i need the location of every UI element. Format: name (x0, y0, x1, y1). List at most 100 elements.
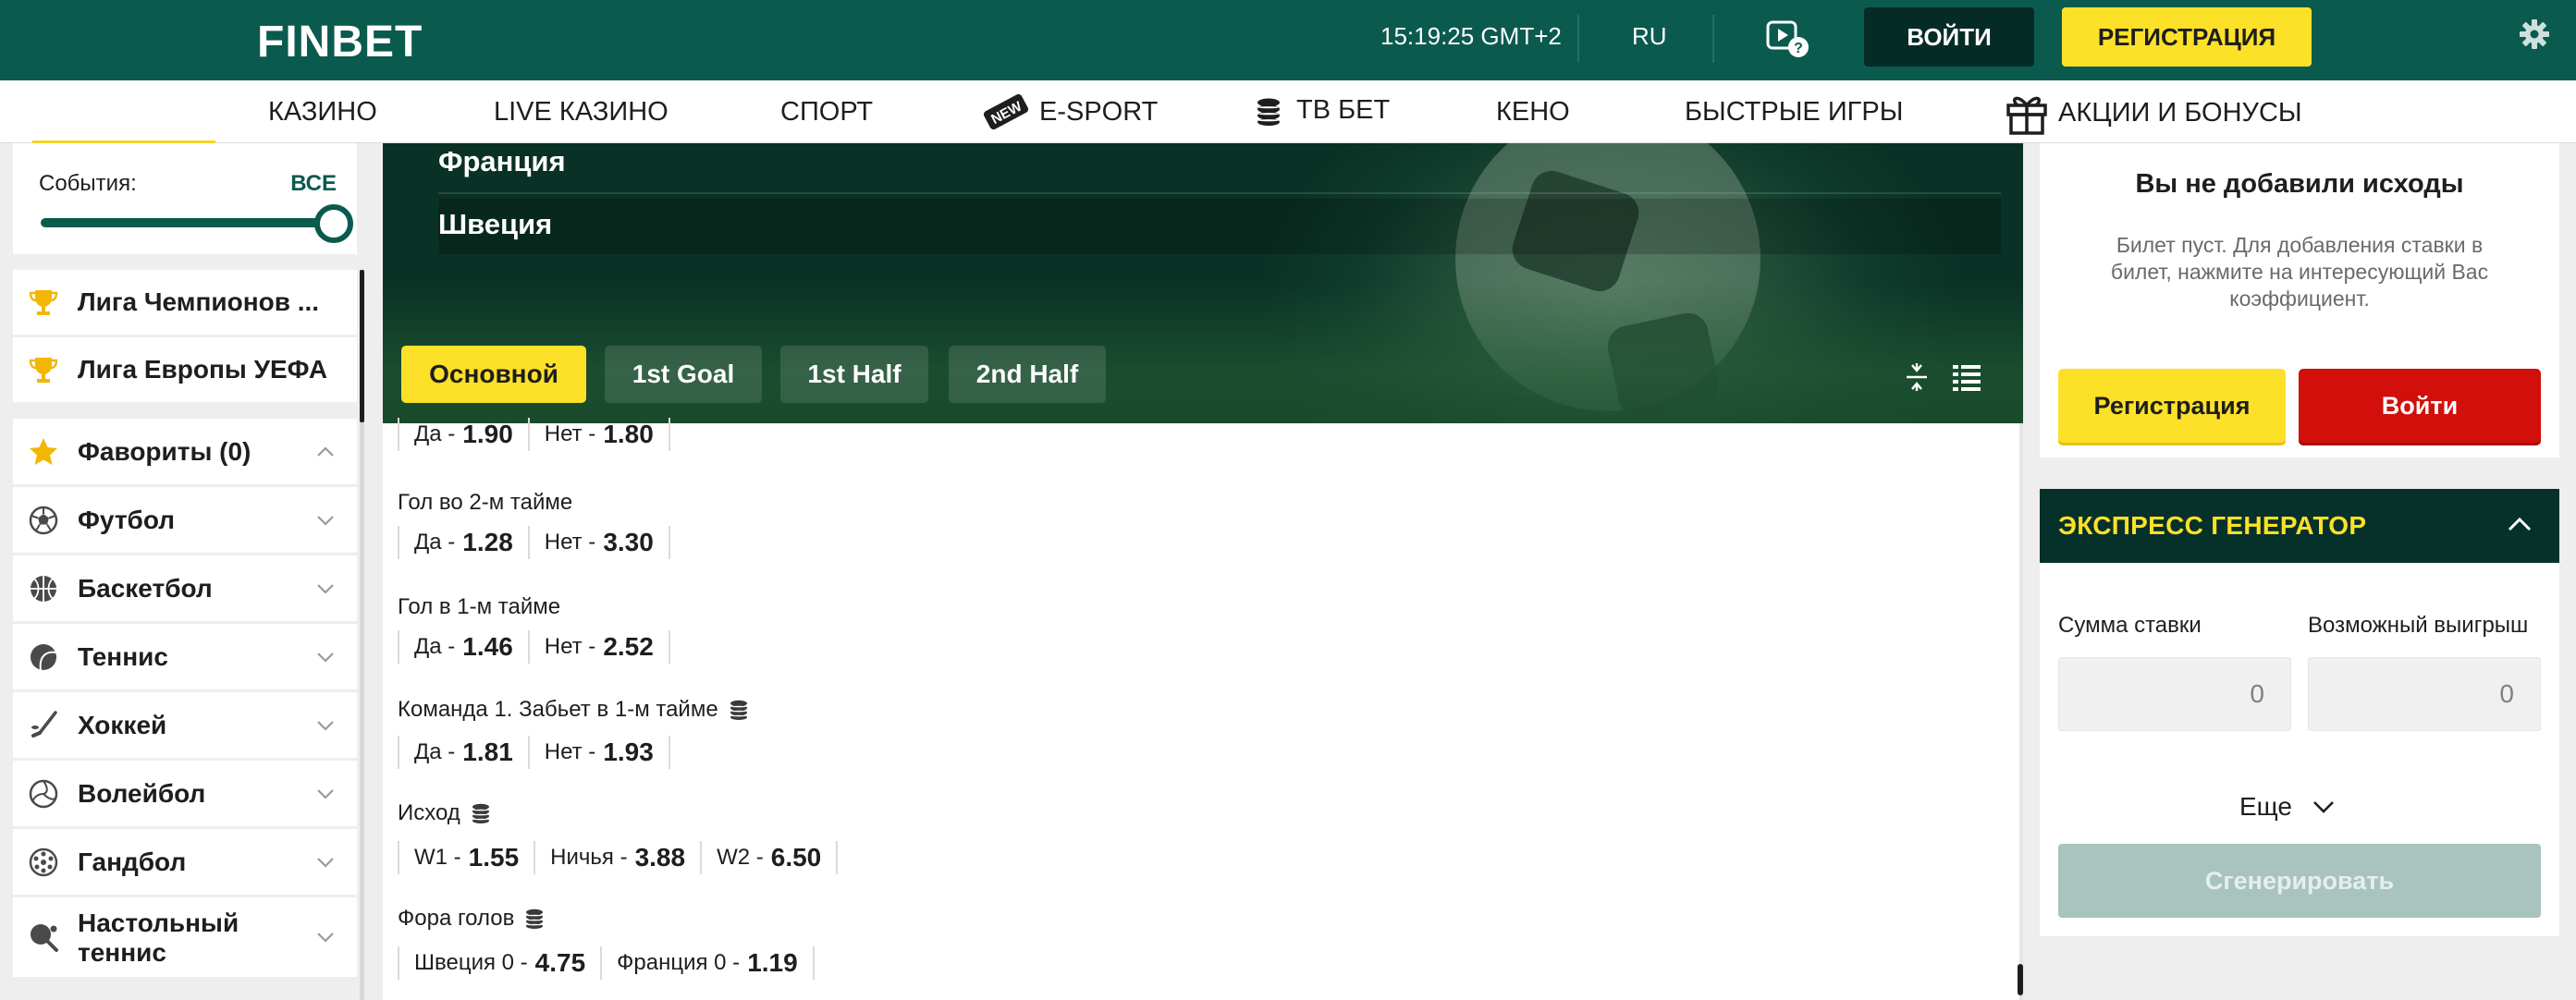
sidebar-item-favorites[interactable]: Фавориты (0) (13, 419, 357, 484)
chevron-up-icon (317, 445, 334, 457)
odds-label: Нет - (544, 421, 596, 446)
odds-button[interactable]: Нет - 3.30 (527, 526, 670, 559)
coins-stack-icon (730, 700, 747, 720)
sidebar-item-table-tennis[interactable]: Настольный теннис (13, 897, 357, 977)
nav-promotions[interactable]: АКЦИИ И БОНУСЫ (2005, 90, 2302, 136)
sidebar-item-hockey[interactable]: Хоккей (13, 692, 357, 758)
nav-fast-games-label: БЫСТРЫЕ ИГРЫ (1685, 97, 1904, 127)
express-generator: ЭКСПРЕСС ГЕНЕРАТОР Сумма ставки Возможны… (2040, 489, 2559, 936)
more-label: Еще (2239, 792, 2292, 821)
odds-button[interactable]: Да -1.28 (398, 526, 530, 559)
sidebar-item-tennis[interactable]: Теннис (13, 624, 357, 689)
odds-value: 1.81 (462, 738, 513, 766)
nav-keno[interactable]: КЕНО (1496, 97, 1570, 128)
stake-label: Сумма ставки (2058, 613, 2202, 638)
team-1-name: Франция (438, 145, 566, 177)
odds-button[interactable]: Швеция 0 -4.75 (398, 946, 603, 980)
events-slider-track[interactable] (41, 218, 346, 227)
match-content: Франция Швеция Основной 1st Goal 1st Hal… (383, 143, 2023, 1000)
settings-gear-icon[interactable] (2519, 18, 2550, 50)
stake-input[interactable] (2058, 657, 2291, 731)
odds-button[interactable]: W2 -6.50 (700, 841, 839, 874)
more-toggle[interactable]: Еще (2239, 792, 2335, 822)
odds-button[interactable]: Ничья -3.88 (534, 841, 703, 874)
odds-button[interactable]: Да -1.46 (398, 630, 530, 664)
sidebar-item-label: Фавориты (0) (78, 436, 251, 466)
sidebar-item-handball[interactable]: Гандбол (13, 829, 357, 895)
odds-button[interactable]: Франция 0 -1.19 (600, 946, 815, 980)
odds-label: W2 - (717, 845, 764, 870)
tab-2nd-half[interactable]: 2nd Half (949, 346, 1106, 403)
express-generator-header[interactable]: ЭКСПРЕСС ГЕНЕРАТОР (2040, 489, 2559, 563)
nav-sport[interactable]: СПОРТ (780, 97, 873, 128)
nav-tv-bet-label: ТВ БЕТ (1296, 95, 1391, 125)
divider (1712, 15, 1714, 63)
tab-main[interactable]: Основной (401, 346, 586, 403)
sidebar-item-label: Футбол (78, 505, 176, 534)
sports-list: Лига Чемпионов ... Лига Европы УЕФА Фаво… (13, 270, 357, 980)
trophy-icon (29, 358, 58, 383)
market-odds-row: Да -1.28 Нет - 3.30 (398, 526, 670, 559)
tennis-ball-icon (31, 643, 57, 670)
ticket-register-button[interactable]: Регистрация (2058, 369, 2286, 443)
nav-esport[interactable]: NEW E-SPORT (982, 92, 1158, 131)
chevron-down-icon (317, 857, 334, 868)
tab-1st-goal[interactable]: 1st Goal (605, 346, 762, 403)
sidebar-item-label: Настольный теннис (78, 909, 239, 968)
odds-value: 1.19 (747, 948, 798, 977)
sidebar-item-volleyball[interactable]: Волейбол (13, 761, 357, 826)
odds-button[interactable]: Нет - 1.80 (527, 418, 670, 451)
odds-button[interactable]: Нет - 2.52 (527, 630, 670, 664)
video-help-icon[interactable]: ? (1766, 18, 1810, 59)
generate-button[interactable]: Сгенерировать (2058, 844, 2541, 918)
sidebar-scrollbar-thumb[interactable] (360, 270, 364, 422)
market-title-text: Гол в 1-м тайме (398, 594, 561, 619)
sidebar-item-label: Лига Чемпионов ... (78, 287, 320, 316)
new-badge-icon: NEW (983, 93, 1029, 130)
market-title: Фора голов (398, 906, 546, 932)
express-generator-title: ЭКСПРЕСС ГЕНЕРАТОР (2058, 511, 2367, 540)
markets-scrollbar-thumb[interactable] (2018, 964, 2023, 995)
sidebar-item-basketball[interactable]: Баскетбол (13, 555, 357, 621)
possible-win-input[interactable] (2308, 657, 2541, 731)
collapse-icon[interactable] (1901, 361, 1932, 393)
language-selector[interactable]: RU (1632, 22, 1667, 51)
nav-sport-label: СПОРТ (780, 97, 874, 127)
nav-fast-games[interactable]: БЫСТРЫЕ ИГРЫ (1685, 97, 1903, 128)
sidebar-item-football[interactable]: Футбол (13, 487, 357, 553)
nav-live-casino[interactable]: LIVE КАЗИНО (494, 97, 669, 128)
register-button[interactable]: РЕГИСТРАЦИЯ (2062, 7, 2312, 67)
login-button[interactable]: ВОЙТИ (1864, 7, 2034, 67)
market-title-text: Гол во 2-м тайме (398, 490, 573, 515)
odds-button[interactable]: Да -1.81 (398, 736, 530, 769)
nav-live-casino-label: LIVE КАЗИНО (494, 97, 669, 127)
sidebar-item-label: Теннис (78, 641, 168, 671)
odds-button[interactable]: Да -1.90 (398, 418, 530, 451)
odds-button[interactable]: W1 - 1.55 (398, 841, 536, 874)
list-view-icon[interactable] (1951, 361, 1982, 393)
trophy-icon (29, 290, 58, 315)
odds-value: 1.46 (462, 632, 513, 661)
finbet-logo[interactable]: FINBET (257, 17, 423, 67)
sidebar-item-label: Хоккей (78, 710, 167, 739)
chevron-up-icon[interactable] (2508, 517, 2532, 531)
ticket-login-button[interactable]: Войти (2299, 369, 2541, 443)
tab-1st-half[interactable]: 1st Half (780, 346, 928, 403)
chevron-down-icon (2313, 801, 2334, 813)
team-row-band (438, 199, 2001, 254)
ticket-empty-text: Билет пуст. Для добавления ставки в биле… (2110, 233, 2489, 311)
sidebar-item-europa-league[interactable]: Лига Европы УЕФА (13, 337, 357, 402)
odds-button[interactable]: Нет - 1.93 (527, 736, 670, 769)
odds-value: 6.50 (770, 843, 822, 872)
sidebar-item-label: Лига Европы УЕФА (78, 355, 328, 384)
main-navigation: КАЗИНО LIVE КАЗИНО СПОРТ NEW E-SPORT ТВ … (0, 80, 2576, 144)
events-slider-handle[interactable] (314, 204, 353, 243)
ticket-empty-title: Вы не добавили исходы (2135, 169, 2464, 199)
possible-win-label: Возможный выигрыш (2308, 613, 2529, 638)
odds-label: Да - (414, 530, 456, 555)
basketball-icon (31, 575, 56, 602)
sidebar-item-champions-league[interactable]: Лига Чемпионов ... (13, 270, 357, 335)
nav-casino[interactable]: КАЗИНО (268, 97, 377, 128)
markets-scrollbar-track[interactable] (2019, 423, 2023, 1000)
nav-tv-bet[interactable]: ТВ БЕТ (1256, 95, 1390, 126)
